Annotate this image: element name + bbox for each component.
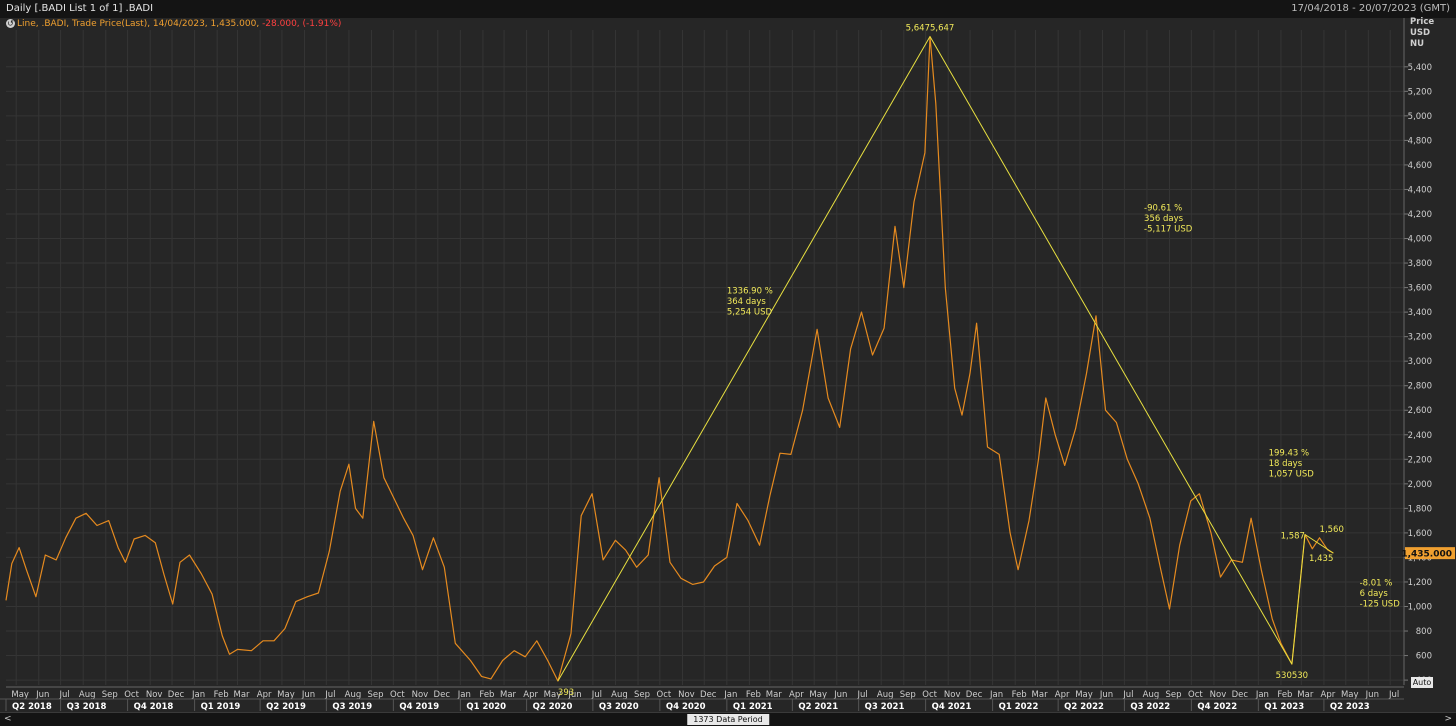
x-quarter-label: Q3 2020 <box>599 702 639 712</box>
annotation-line: 364 days <box>727 297 767 307</box>
scroll-right-icon[interactable]: > <box>1444 713 1452 726</box>
point-label: 1,560 <box>1320 525 1344 535</box>
x-quarter-label: Q4 2021 <box>932 702 972 712</box>
y-tick-label: 2,400 <box>1408 431 1432 441</box>
y-tick-label: 3,800 <box>1408 259 1432 269</box>
x-quarter-label: Q1 2020 <box>466 702 506 712</box>
x-quarter-label: Q1 2023 <box>1264 702 1304 712</box>
legend-change-text: -28.000, (-1.91%) <box>262 19 342 29</box>
y-tick-label: 2,000 <box>1408 480 1432 490</box>
y-tick-label: 800 <box>1416 627 1432 637</box>
grid <box>0 18 1456 712</box>
annotation-line: 199.43 % <box>1269 449 1310 459</box>
x-quarter-label: Q4 2018 <box>134 702 174 712</box>
y-tick-label: 5,400 <box>1408 63 1432 73</box>
x-quarter-label: Q1 2021 <box>733 702 773 712</box>
last-price-tag-group: 1,435.000 <box>1401 547 1455 560</box>
x-quarter-label: Q3 2022 <box>1130 702 1170 712</box>
x-quarter-label: Q2 2020 <box>533 702 573 712</box>
y-tick-label: 3,200 <box>1408 333 1432 343</box>
x-quarter-label: Q4 2019 <box>399 702 439 712</box>
x-quarter-label: Q3 2019 <box>332 702 372 712</box>
annotation-line: 18 days <box>1269 459 1303 469</box>
point-label: 1,587 <box>1281 531 1305 541</box>
x-quarter-label: Q2 2023 <box>1330 702 1370 712</box>
annotation-line: -8.01 % <box>1360 579 1393 589</box>
y-axis-title-line: Price <box>1410 17 1434 27</box>
y-axis-title-line: NU <box>1410 39 1424 49</box>
x-quarter-label: Q2 2019 <box>266 702 306 712</box>
footer-scrollbar[interactable]: < 1373 Data Period > <box>0 712 1456 726</box>
legend[interactable]: ↺ Line, .BADI, Trade Price(Last), 14/04/2… <box>6 18 341 30</box>
x-quarter-label: Q3 2021 <box>865 702 905 712</box>
y-tick-label: 5,000 <box>1408 112 1432 122</box>
y-tick-label: 2,800 <box>1408 382 1432 392</box>
y-tick-label: 1,200 <box>1408 578 1432 588</box>
annotation-line: 356 days <box>1144 214 1184 224</box>
price-chart[interactable]: 4006008001,0001,2001,4001,6001,8002,0002… <box>0 0 1456 712</box>
annotation-line: -125 USD <box>1360 600 1401 610</box>
y-tick-label: 4,600 <box>1408 161 1432 171</box>
plot-background <box>0 18 1456 712</box>
point-label: 393 <box>558 688 574 698</box>
last-price-value: 1,435.000 <box>1401 550 1452 560</box>
y-tick-label: 1,000 <box>1408 602 1432 612</box>
y-tick-label: 4,000 <box>1408 235 1432 245</box>
x-quarter-label: Q2 2021 <box>798 702 838 712</box>
point-label: 530530 <box>1276 671 1308 681</box>
point-label: 5,6475,647 <box>906 24 955 34</box>
scroll-left-icon[interactable]: < <box>4 713 12 726</box>
y-tick-label: 3,400 <box>1408 308 1432 318</box>
legend-series-text: Line, .BADI, Trade Price(Last), 14/04/20… <box>17 19 260 29</box>
y-tick-label: 3,600 <box>1408 284 1432 294</box>
y-tick-label: 4,200 <box>1408 210 1432 220</box>
y-tick-label: 2,600 <box>1408 406 1432 416</box>
x-quarter-label: Q1 2019 <box>201 702 241 712</box>
annotation-line: -90.61 % <box>1144 203 1182 213</box>
y-tick-label: 4,400 <box>1408 185 1432 195</box>
annotation-line: 5,254 USD <box>727 308 773 318</box>
annotation-line: -5,117 USD <box>1144 224 1193 234</box>
x-quarter-label: Q4 2022 <box>1197 702 1237 712</box>
annotation-line: 1,057 USD <box>1269 470 1315 480</box>
annotation-line: 1336.90 % <box>727 287 773 297</box>
chart-window: Daily [.BADI List 1 of 1] .BADI 17/04/20… <box>0 0 1456 726</box>
y-tick-label: 2,200 <box>1408 455 1432 465</box>
auto-scale-button[interactable]: Auto <box>1411 677 1433 688</box>
y-tick-label: 5,200 <box>1408 87 1432 97</box>
x-quarter-label: Q2 2022 <box>1064 702 1104 712</box>
x-quarter-label: Q1 2022 <box>999 702 1039 712</box>
line-series-icon[interactable]: ↺ <box>6 19 15 28</box>
y-tick-label: 3,000 <box>1408 357 1432 367</box>
x-quarter-label: Q3 2018 <box>67 702 107 712</box>
x-quarter-label: Q2 2018 <box>12 702 52 712</box>
y-tick-label: 4,800 <box>1408 136 1432 146</box>
data-period-label: 1373 Data Period <box>687 714 769 725</box>
y-axis-title-line: USD <box>1410 28 1430 38</box>
x-quarter-label: Q4 2020 <box>666 702 706 712</box>
point-label: 1,435 <box>1309 554 1333 564</box>
y-tick-label: 1,600 <box>1408 529 1432 539</box>
annotation-line: 6 days <box>1360 589 1389 599</box>
y-tick-label: 600 <box>1416 652 1432 662</box>
y-tick-label: 1,800 <box>1408 504 1432 514</box>
